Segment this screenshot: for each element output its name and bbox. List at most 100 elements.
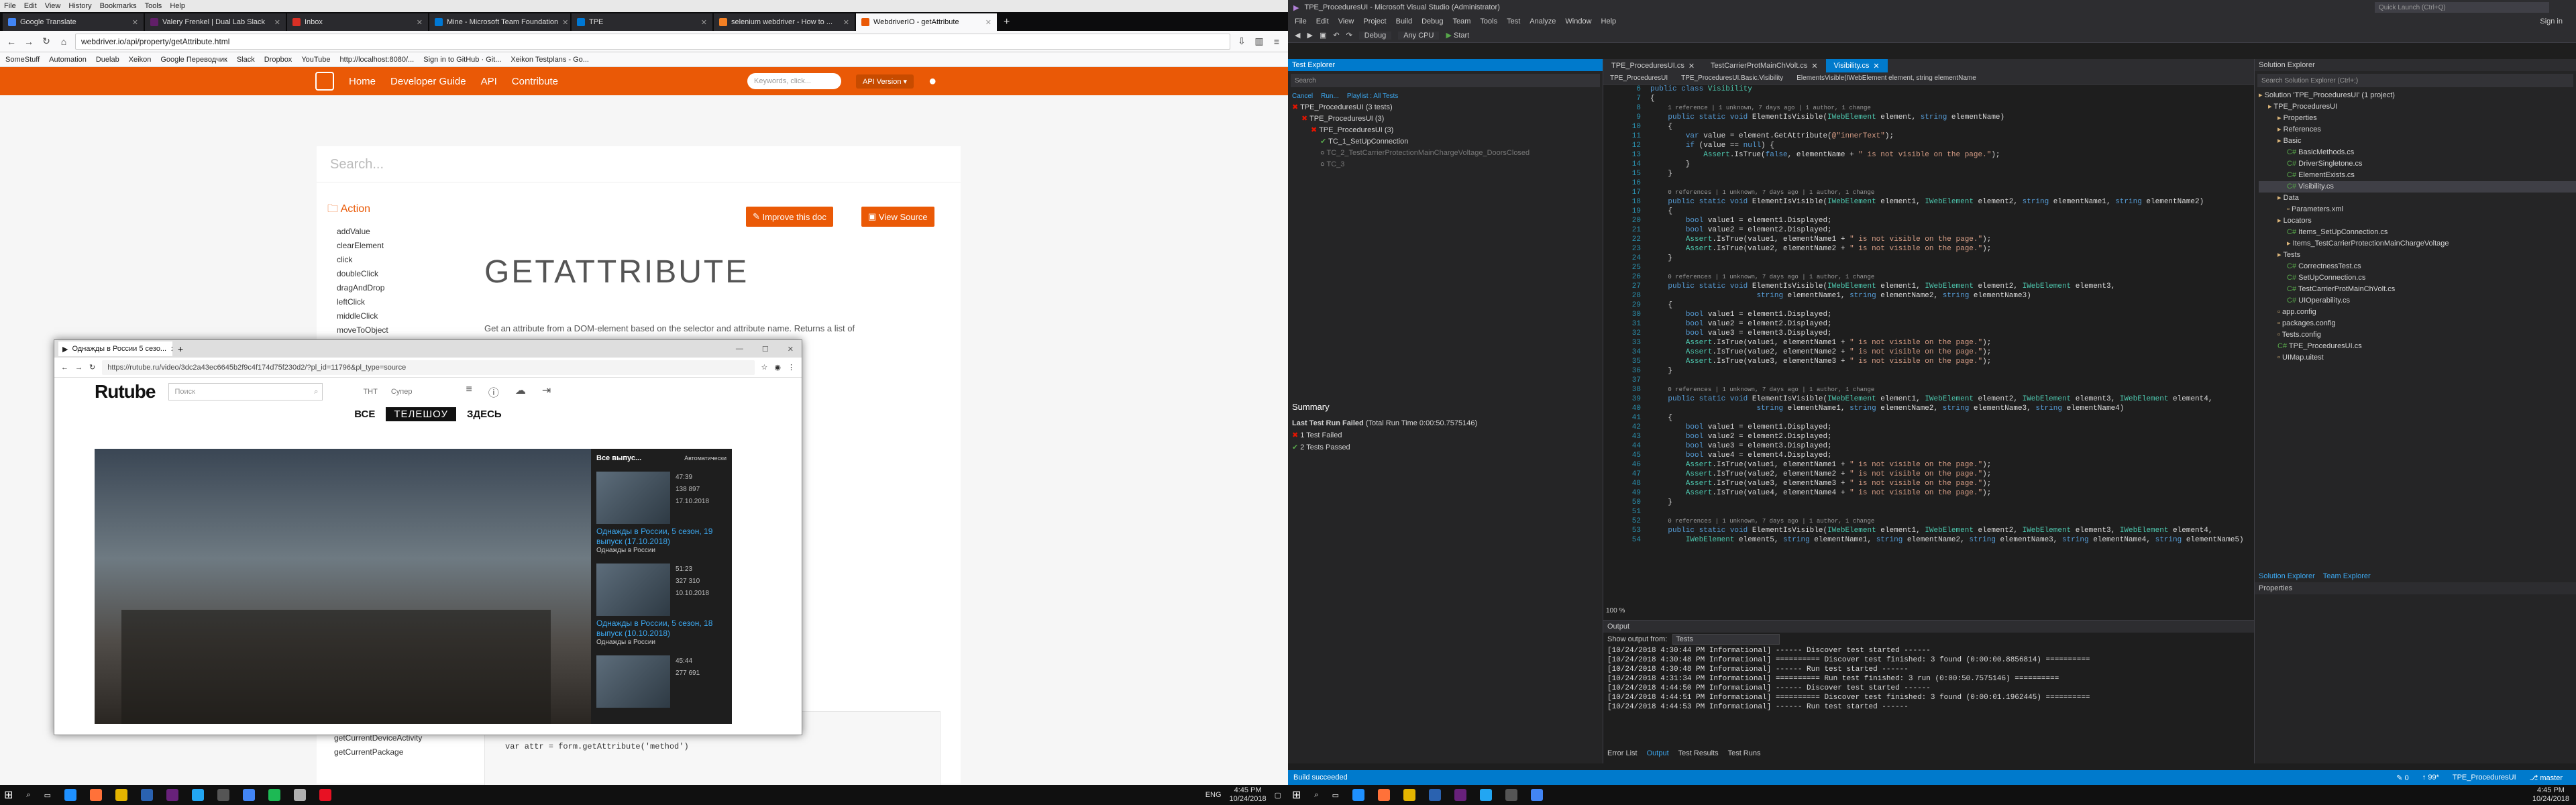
solution-item[interactable]: C# TestCarrierProtMainChVolt.cs bbox=[2259, 284, 2576, 295]
browser-tab[interactable]: TPE ✕ bbox=[572, 13, 712, 31]
rutube-logo[interactable]: Rutube bbox=[95, 381, 156, 402]
solution-item[interactable]: C# SetUpConnection.cs bbox=[2259, 272, 2576, 284]
menu-tools[interactable]: Tools bbox=[145, 2, 162, 10]
close-icon[interactable]: ✕ bbox=[132, 18, 138, 27]
forward-icon[interactable]: → bbox=[23, 36, 35, 47]
bookmark-item[interactable]: Sign in to GitHub · Git... bbox=[423, 56, 501, 64]
episode-item[interactable]: 45:44 277 691 bbox=[596, 655, 727, 708]
forward-icon[interactable]: → bbox=[75, 364, 83, 372]
solution-item[interactable]: ▸ References bbox=[2259, 124, 2576, 136]
category-action[interactable]: 🗀 Action bbox=[327, 201, 468, 219]
browser-tab[interactable]: Mine - Microsoft Team Foundation ✕ bbox=[429, 13, 570, 31]
tab-team-explorer[interactable]: Team Explorer bbox=[2323, 572, 2371, 580]
skype-icon[interactable] bbox=[191, 789, 204, 801]
solution-item[interactable]: C# DriverSingletone.cs bbox=[2259, 158, 2576, 170]
firefox-icon[interactable] bbox=[89, 789, 102, 801]
back-icon[interactable]: ← bbox=[61, 364, 68, 372]
link-super[interactable]: Супер bbox=[391, 388, 413, 396]
outlook-icon[interactable] bbox=[1428, 789, 1441, 801]
menu-tools[interactable]: Tools bbox=[1480, 17, 1497, 25]
nav-home[interactable]: Home bbox=[349, 76, 376, 87]
app-icon[interactable] bbox=[268, 789, 280, 801]
menu-help[interactable]: Help bbox=[170, 2, 185, 10]
bookmark-item[interactable]: Google Переводчик bbox=[160, 56, 227, 64]
new-tab-icon[interactable]: + bbox=[178, 343, 183, 354]
episode-item[interactable]: 51:23 327 310 10.10.2018 Однажды в России, … bbox=[596, 564, 727, 646]
menu-icon[interactable]: ≡ bbox=[1271, 36, 1283, 47]
action-link[interactable]: dragAndDrop bbox=[327, 281, 468, 295]
solution-item[interactable]: C# BasicMethods.cs bbox=[2259, 147, 2576, 158]
task-view-icon[interactable]: ▭ bbox=[1332, 791, 1339, 800]
cat-all[interactable]: ВСЕ bbox=[354, 409, 375, 420]
chrome-icon[interactable] bbox=[242, 789, 255, 801]
close-icon[interactable]: ✕ bbox=[274, 18, 280, 27]
episode-title[interactable]: Однажды в России, 5 сезон, 18 выпуск (10… bbox=[596, 619, 727, 639]
action-link[interactable]: click bbox=[327, 253, 468, 267]
solution-item[interactable]: ▫ app.config bbox=[2259, 307, 2576, 318]
solution-item[interactable]: C# Items_SetUpConnection.cs bbox=[2259, 227, 2576, 238]
menu-edit[interactable]: Edit bbox=[1316, 17, 1329, 25]
menu-file[interactable]: File bbox=[4, 2, 16, 10]
close-icon[interactable]: ✕ bbox=[843, 18, 849, 27]
nav-api[interactable]: API bbox=[481, 76, 497, 87]
list-mode[interactable]: Автоматически bbox=[684, 455, 727, 462]
menu-history[interactable]: History bbox=[68, 2, 91, 10]
solution-item[interactable]: C# UIOperability.cs bbox=[2259, 295, 2576, 307]
back-icon[interactable]: ← bbox=[5, 36, 17, 47]
reload-icon[interactable]: ↻ bbox=[89, 363, 95, 372]
rutube-address-bar[interactable]: https://rutube.ru/video/3dc2a43ec6645b2f… bbox=[102, 360, 755, 375]
browser-tab[interactable]: Valery Frenkel | Dual Lab Slack ✕ bbox=[145, 13, 286, 31]
search-icon[interactable]: ⌕ bbox=[314, 388, 322, 396]
action-link[interactable]: leftClick bbox=[327, 295, 468, 309]
github-icon[interactable]: ● bbox=[928, 74, 936, 89]
star-icon[interactable]: ☆ bbox=[761, 363, 768, 372]
close-icon[interactable]: ✕ bbox=[170, 345, 172, 354]
commits-indicator[interactable]: ↑ 99* bbox=[2422, 773, 2439, 782]
start-button[interactable]: ▶ Start bbox=[1446, 31, 1469, 40]
solution-search-input[interactable]: Search Solution Explorer (Ctrl+;) bbox=[2257, 74, 2573, 87]
firefox-icon[interactable] bbox=[1377, 789, 1390, 801]
test-node[interactable]: ✖ TPE_ProceduresUI (3) bbox=[1292, 113, 1603, 125]
project-dropdown[interactable]: TPE_ProceduresUI bbox=[1610, 74, 1668, 82]
close-icon[interactable]: ✕ bbox=[1811, 62, 1817, 70]
episode-thumbnail[interactable] bbox=[596, 655, 670, 708]
episode-channel[interactable]: Однажды в России bbox=[596, 639, 727, 646]
branch-indicator[interactable]: ⎇ master bbox=[2530, 773, 2563, 782]
menu-analyze[interactable]: Analyze bbox=[1529, 17, 1556, 25]
bookmark-item[interactable]: http://localhost:8080/... bbox=[340, 56, 415, 64]
action-link[interactable]: doubleClick bbox=[327, 267, 468, 281]
notifications-icon[interactable]: ▢ bbox=[1275, 791, 1281, 800]
menu-project[interactable]: Project bbox=[1363, 17, 1386, 25]
action-getcurrentpackage[interactable]: getCurrentPackage bbox=[334, 745, 422, 759]
episode-thumbnail[interactable] bbox=[596, 472, 670, 524]
wdio-logo[interactable] bbox=[315, 72, 334, 91]
link-tnt[interactable]: ТНТ bbox=[363, 388, 377, 396]
new-tab-icon[interactable]: + bbox=[998, 13, 1015, 31]
errors-indicator[interactable]: ✎ 0 bbox=[2396, 773, 2408, 782]
zoom-level[interactable]: 100 % bbox=[1606, 607, 1625, 614]
editor-tab[interactable]: Visibility.cs ✕ bbox=[1825, 59, 1888, 72]
cat-here[interactable]: ЗДЕСЬ bbox=[467, 409, 502, 420]
member-dropdown[interactable]: ElementsVisible(IWebElement element, str… bbox=[1796, 74, 1976, 82]
bookmark-item[interactable]: Xeikon bbox=[129, 56, 152, 64]
solution-item[interactable]: C# Visibility.cs bbox=[2259, 181, 2576, 193]
task-view-icon[interactable]: ▭ bbox=[44, 791, 51, 800]
explorer-icon[interactable] bbox=[115, 789, 127, 801]
failed-count-link[interactable]: 1 Test Failed bbox=[1300, 431, 1342, 439]
solution-item[interactable]: ▸ Data bbox=[2259, 193, 2576, 204]
bookmark-item[interactable]: Duelab bbox=[96, 56, 119, 64]
bookmark-item[interactable]: Xeikon Testplans - Go... bbox=[511, 56, 589, 64]
test-search-input[interactable]: Search bbox=[1291, 74, 1600, 87]
minimize-icon[interactable]: — bbox=[736, 345, 743, 354]
clock[interactable]: 4:45 PM 10/24/2018 bbox=[1230, 786, 1267, 804]
quick-launch[interactable]: Quick Launch (Ctrl+Q) bbox=[2375, 2, 2549, 13]
bottom-tab[interactable]: Output bbox=[1647, 749, 1669, 757]
platform-dropdown[interactable]: Any CPU bbox=[1398, 31, 1440, 40]
browser-tab[interactable]: Google Translate ✕ bbox=[3, 13, 144, 31]
menu-test[interactable]: Test bbox=[1507, 17, 1520, 25]
solution-item[interactable]: ▸ Basic bbox=[2259, 136, 2576, 147]
action-link[interactable]: addValue bbox=[327, 225, 468, 239]
bookmark-item[interactable]: YouTube bbox=[301, 56, 330, 64]
solution-item[interactable]: ▫ UIMap.uitest bbox=[2259, 352, 2576, 364]
login-icon[interactable]: ⇥ bbox=[542, 384, 551, 400]
